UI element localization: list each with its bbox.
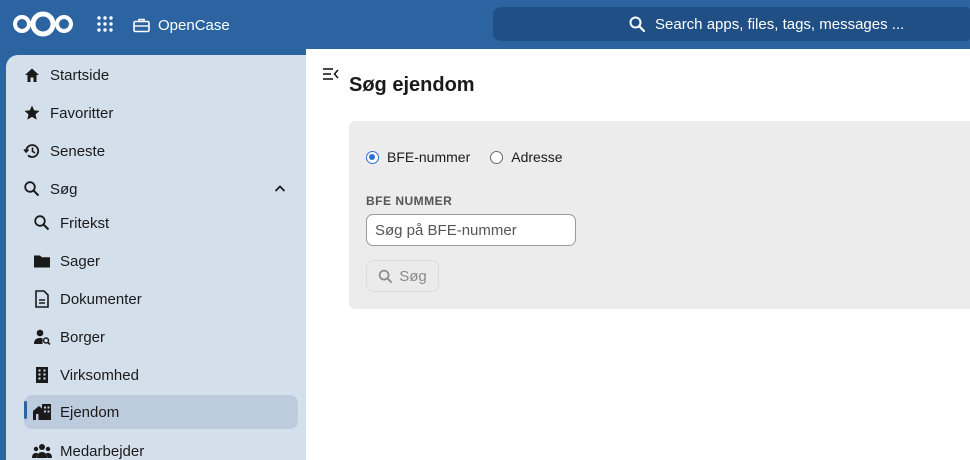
building-icon — [36, 367, 48, 383]
people-icon — [32, 444, 52, 458]
sidebar-item-dokumenter[interactable]: Dokumenter — [32, 282, 298, 316]
sidebar-item-label: Søg — [50, 180, 78, 198]
sidebar-item-label: Sager — [60, 252, 101, 270]
property-icon — [33, 404, 51, 420]
sidebar-item-label: Seneste — [50, 142, 106, 160]
search-placeholder: Search apps, files, tags, messages ... — [655, 15, 905, 33]
document-icon — [35, 290, 49, 308]
search-icon — [378, 269, 393, 283]
radio-adresse[interactable] — [490, 150, 504, 164]
sidebar-item-label: Favoritter — [50, 104, 114, 122]
app-opencase-link[interactable]: OpenCase — [133, 14, 230, 36]
app-content: Søg ejendom BFE-nummer Adresse BFE NUMME… — [306, 49, 970, 460]
bfe-number-input[interactable] — [366, 214, 576, 246]
briefcase-icon — [133, 18, 150, 32]
search-icon — [629, 16, 645, 32]
sidebar-item-borger[interactable]: Borger — [32, 320, 298, 354]
sidebar-item-label: Startside — [50, 66, 110, 84]
chevron-up-icon[interactable] — [274, 184, 286, 193]
sidebar-item-startside[interactable]: Startside — [22, 58, 292, 92]
sidebar-item-soeg[interactable]: Søg — [22, 172, 292, 206]
radio-bfe-nummer[interactable] — [366, 150, 379, 164]
person-search-icon — [34, 329, 51, 346]
search-button-label: Søg — [399, 267, 427, 285]
sidebar-item-virksomhed[interactable]: Virksomhed — [32, 358, 298, 392]
sidebar-item-label: Ejendom — [60, 403, 120, 421]
sidebar-item-seneste[interactable]: Seneste — [22, 134, 292, 168]
unified-search[interactable]: Search apps, files, tags, messages ... — [493, 7, 970, 41]
sidebar-item-medarbejder[interactable]: Medarbejder — [32, 434, 298, 460]
home-icon — [25, 68, 39, 82]
search-button[interactable]: Søg — [366, 260, 439, 292]
top-header: OpenCase Search apps, files, tags, messa… — [0, 0, 970, 49]
sidebar-item-favoritter[interactable]: Favoritter — [22, 96, 292, 130]
search-icon — [34, 215, 50, 231]
sidebar-item-sager[interactable]: Sager — [32, 244, 298, 278]
sidebar-item-label: Medarbejder — [60, 442, 145, 460]
sidebar-item-fritekst[interactable]: Fritekst — [32, 206, 298, 240]
radio-label-adresse[interactable]: Adresse — [511, 149, 562, 165]
sidebar-item-label: Virksomhed — [60, 366, 139, 384]
history-icon — [23, 144, 40, 158]
bfe-field-label: BFE NUMMER — [366, 194, 453, 208]
toggle-navigation-icon[interactable] — [322, 65, 340, 83]
search-type-radio-group: BFE-nummer Adresse — [366, 149, 583, 165]
folder-icon — [34, 255, 50, 268]
sidebar-item-label: Dokumenter — [60, 290, 142, 308]
star-icon — [24, 105, 40, 120]
sidebar-item-ejendom[interactable]: Ejendom — [24, 395, 298, 429]
app-name: OpenCase — [158, 16, 230, 34]
nextcloud-logo[interactable] — [12, 10, 74, 38]
active-indicator — [24, 401, 27, 419]
page-title: Søg ejendom — [349, 74, 475, 96]
apps-grid-icon[interactable] — [96, 15, 114, 33]
sidebar-item-label: Fritekst — [60, 214, 110, 232]
search-icon — [24, 181, 40, 197]
search-panel: BFE-nummer Adresse BFE NUMMER Søg — [349, 121, 970, 309]
sidebar-item-label: Borger — [60, 328, 106, 346]
app-navigation: Startside Favoritter Seneste Søg Friteks… — [6, 55, 306, 460]
radio-label-bfe-nummer[interactable]: BFE-nummer — [387, 149, 470, 165]
